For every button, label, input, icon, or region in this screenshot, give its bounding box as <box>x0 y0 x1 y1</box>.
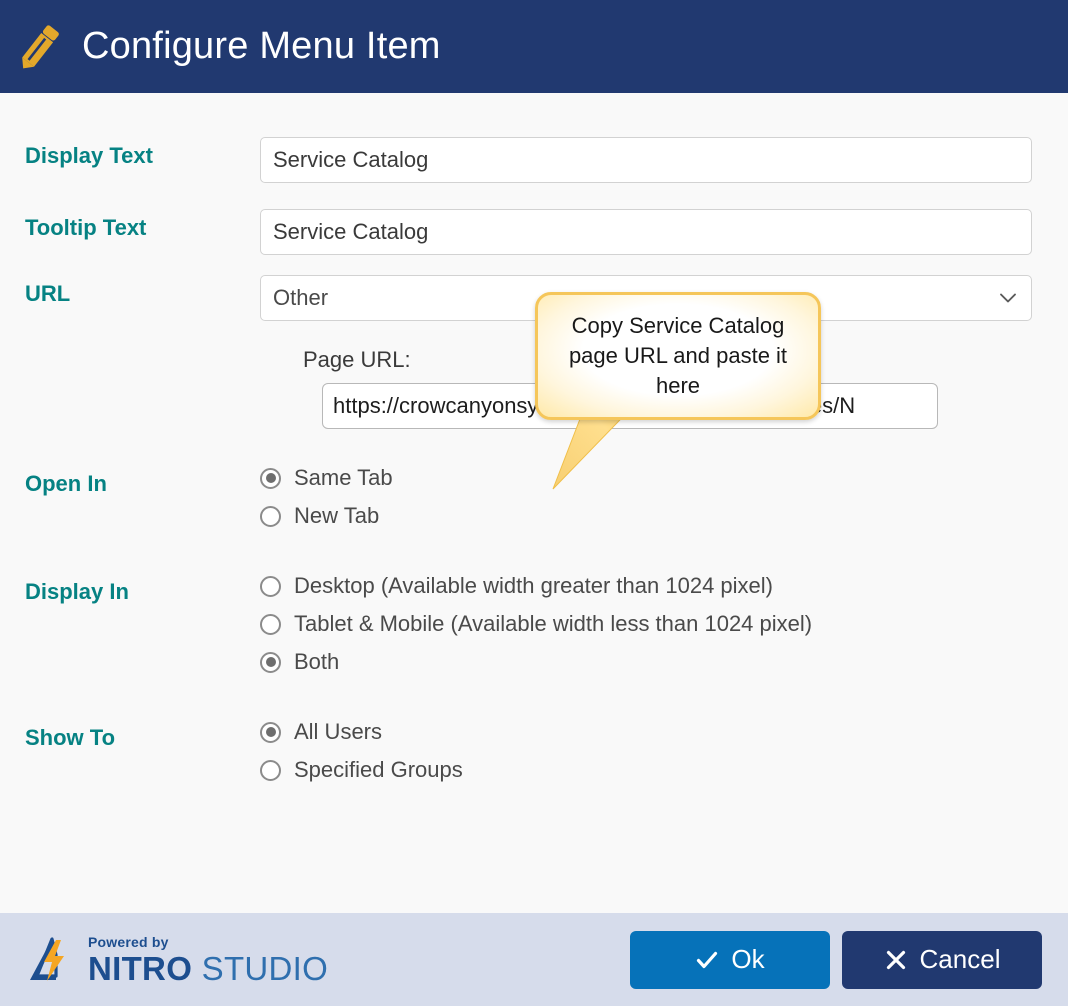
row-url: URL <box>0 275 1068 321</box>
url-label: URL <box>25 281 71 306</box>
radio-option-specified-groups[interactable]: Specified Groups <box>260 757 1068 783</box>
cancel-button[interactable]: Cancel <box>842 930 1042 989</box>
display-text-label: Display Text <box>25 143 153 168</box>
tooltip-text-input[interactable] <box>260 209 1032 255</box>
check-icon <box>697 951 718 968</box>
show-to-radio-group: All Users Specified Groups <box>260 719 1068 783</box>
radio-option-desktop[interactable]: Desktop (Available width greater than 10… <box>260 573 1068 599</box>
radio-label: Same Tab <box>294 465 393 490</box>
x-icon <box>886 950 905 969</box>
row-display-in: Display In Desktop (Available width grea… <box>0 573 1068 675</box>
radio-icon-unselected[interactable] <box>260 613 281 635</box>
brand-name-nitro: NITRO <box>88 949 193 987</box>
row-display-text: Display Text <box>0 137 1068 183</box>
nitro-studio-logo: Powered by NITRO STUDIO <box>26 935 328 985</box>
dialog-header: Configure Menu Item <box>0 0 1068 93</box>
radio-label: Both <box>294 649 340 674</box>
radio-label: New Tab <box>294 503 380 528</box>
cancel-button-label: Cancel <box>919 944 1001 974</box>
ok-button[interactable]: Ok <box>630 930 830 989</box>
row-show-to: Show To All Users Specified Groups <box>0 719 1068 783</box>
radio-icon-unselected[interactable] <box>260 759 281 781</box>
open-in-label: Open In <box>25 471 107 496</box>
radio-icon-unselected[interactable] <box>260 575 281 597</box>
radio-option-same-tab[interactable]: Same Tab <box>260 465 1068 491</box>
nitro-bolt-logo-icon <box>30 936 64 981</box>
radio-icon-selected[interactable] <box>260 467 281 489</box>
page-title: Configure Menu Item <box>82 25 441 67</box>
callout-text: Copy Service Catalog page URL and paste … <box>568 312 788 399</box>
ok-button-label: Ok <box>731 944 765 974</box>
pencil-icon <box>22 24 59 68</box>
radio-option-both[interactable]: Both <box>260 649 1068 675</box>
display-in-radio-group: Desktop (Available width greater than 10… <box>260 573 1068 675</box>
radio-option-new-tab[interactable]: New Tab <box>260 503 1068 529</box>
radio-label: Desktop (Available width greater than 10… <box>294 573 773 598</box>
radio-icon-unselected[interactable] <box>260 505 281 527</box>
brand-powered-by: Powered by <box>88 933 169 950</box>
display-text-input[interactable] <box>260 137 1032 183</box>
footer-actions: Ok Cancel <box>630 930 1042 989</box>
row-tooltip-text: Tooltip Text <box>0 209 1068 255</box>
dialog-footer: Powered by NITRO STUDIO Ok Cancel <box>0 913 1068 1006</box>
radio-option-all-users[interactable]: All Users <box>260 719 1068 745</box>
open-in-radio-group: Same Tab New Tab <box>260 465 1068 529</box>
dialog-body: Display Text Tooltip Text URL Page URL: <box>0 93 1068 913</box>
radio-label: All Users <box>294 719 383 744</box>
radio-icon-selected[interactable] <box>260 721 281 743</box>
callout-bubble: Copy Service Catalog page URL and paste … <box>535 292 821 420</box>
show-to-label: Show To <box>25 725 116 750</box>
radio-option-tablet-mobile[interactable]: Tablet & Mobile (Available width less th… <box>260 611 1068 637</box>
tooltip-text-label: Tooltip Text <box>25 215 147 240</box>
radio-label: Tablet & Mobile (Available width less th… <box>294 611 813 636</box>
brand-name-studio: STUDIO <box>201 949 329 987</box>
display-in-label: Display In <box>25 579 129 604</box>
page-url-group: Page URL: <box>0 347 1068 429</box>
row-open-in: Open In Same Tab New Tab <box>0 465 1068 529</box>
radio-icon-selected[interactable] <box>260 651 281 673</box>
radio-label: Specified Groups <box>294 757 463 782</box>
